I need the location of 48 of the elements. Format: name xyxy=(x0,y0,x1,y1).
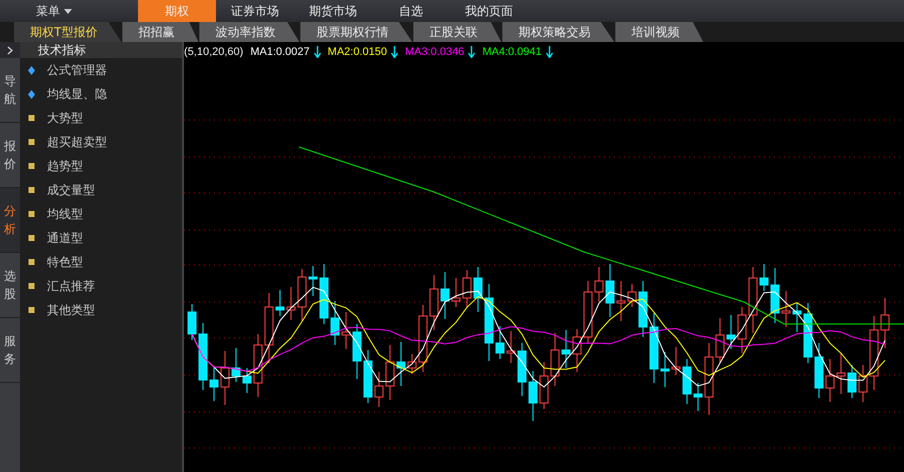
indicator-menu-item[interactable]: 均线显、隐 xyxy=(20,82,182,106)
square-bullet-icon xyxy=(28,139,35,145)
ma-value: MA1:0.0027 xyxy=(250,46,310,58)
panel-title: 技术指标 xyxy=(38,42,86,58)
square-bullet-icon xyxy=(28,211,35,217)
sub-tab[interactable]: 正股关联 xyxy=(413,22,502,42)
indicator-menu-item[interactable]: 公式管理器 xyxy=(20,58,182,82)
indicator-menu-item[interactable]: 大势型 xyxy=(20,106,182,130)
indicator-menu-item[interactable]: 汇点推荐 xyxy=(20,274,182,298)
sub-tab[interactable]: 股票期权行情 xyxy=(300,22,412,42)
square-bullet-icon xyxy=(28,163,35,169)
sub-tab[interactable]: 期权T型报价 xyxy=(14,22,122,42)
indicator-menu-item[interactable]: 趋势型 xyxy=(20,154,182,178)
square-bullet-icon xyxy=(28,283,35,289)
main-tab[interactable]: 我的页面 xyxy=(450,0,528,22)
ma-value: MA3:0.0346 xyxy=(404,46,464,58)
main-tab[interactable]: 期货市场 xyxy=(294,0,372,22)
down-arrow-icon xyxy=(546,46,553,58)
indicator-menu-item[interactable]: 其他类型 xyxy=(20,298,182,322)
main-tab[interactable]: 自选 xyxy=(372,0,450,22)
nav-tab[interactable]: 分析 xyxy=(0,188,20,253)
ma-value: MA4:0.0941 xyxy=(482,46,542,58)
sub-tab[interactable]: 波动率指数 xyxy=(199,22,300,42)
down-arrow-icon xyxy=(468,46,476,58)
indicator-params: (5,10,20,60) xyxy=(184,46,244,58)
chevron-right-icon xyxy=(7,46,13,54)
square-bullet-icon xyxy=(28,115,35,121)
diamond-icon xyxy=(28,66,35,74)
menu-button[interactable]: 菜单 xyxy=(36,2,138,20)
collapse-button[interactable] xyxy=(0,42,20,58)
square-bullet-icon xyxy=(28,187,35,193)
diamond-icon xyxy=(28,90,35,98)
ma-value: MA2:0.0150 xyxy=(328,46,387,58)
indicator-menu-item[interactable]: 超买超卖型 xyxy=(20,130,182,154)
square-bullet-icon xyxy=(28,235,35,241)
sub-tab[interactable]: 期权策略交易 xyxy=(502,22,614,42)
indicator-menu-item[interactable]: 特色型 xyxy=(20,250,182,274)
indicator-menu-item[interactable]: 通道型 xyxy=(20,226,182,250)
down-arrow-icon xyxy=(390,46,398,58)
main-tab[interactable]: 证券市场 xyxy=(216,0,294,22)
down-arrow-icon xyxy=(314,46,321,58)
indicator-menu-item[interactable]: 均线型 xyxy=(20,202,182,226)
square-bullet-icon xyxy=(28,307,35,313)
indicator-menu-item[interactable]: 成交量型 xyxy=(20,178,182,202)
sub-tab[interactable]: 招招赢 xyxy=(122,22,198,42)
caret-icon xyxy=(64,8,72,14)
square-bullet-icon xyxy=(28,259,35,265)
sub-tab[interactable]: 培训视频 xyxy=(615,22,704,42)
